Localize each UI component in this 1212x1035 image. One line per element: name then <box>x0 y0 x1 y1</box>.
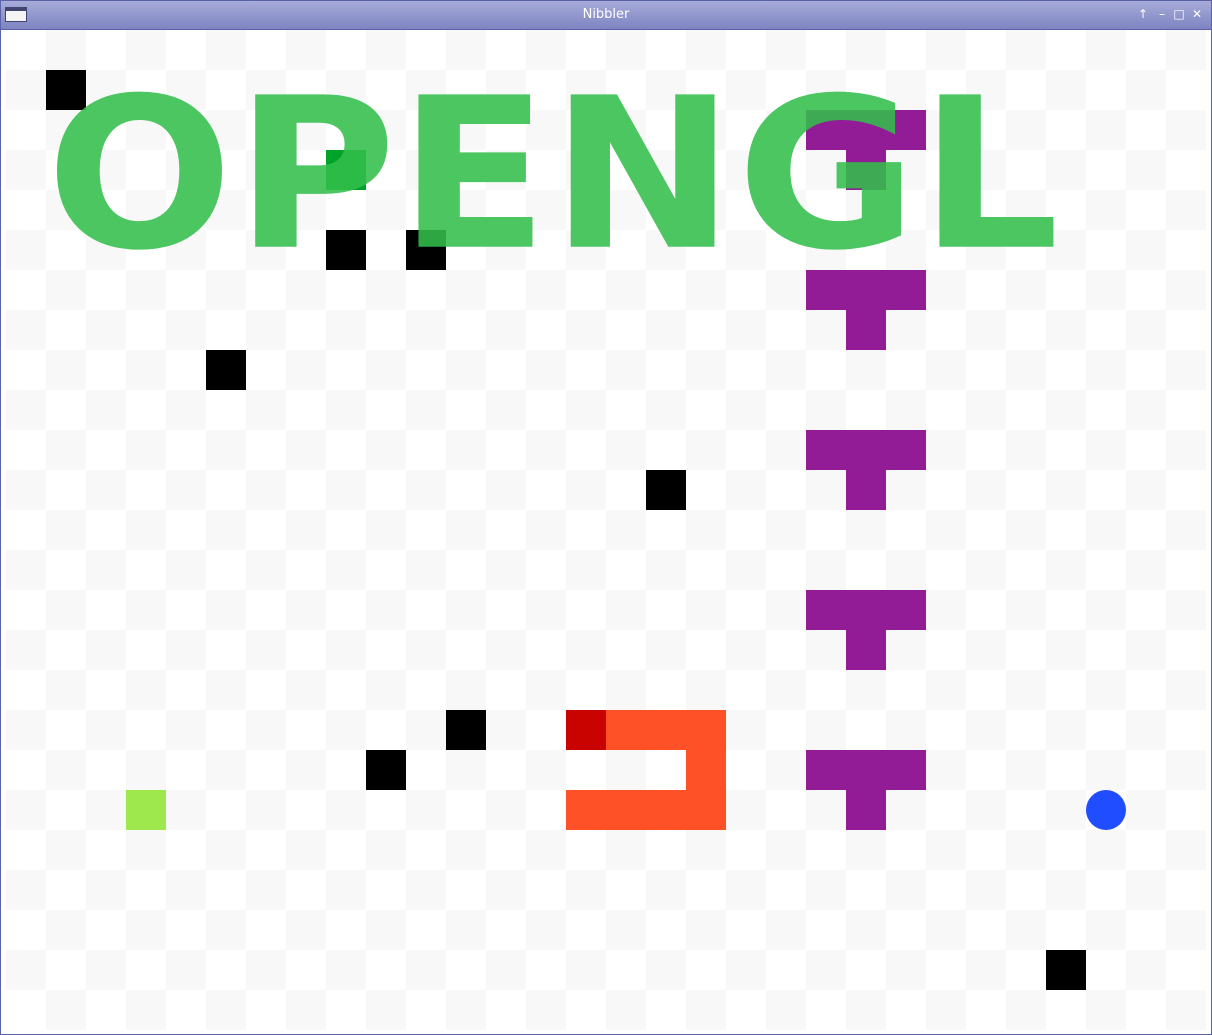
maximize-icon[interactable]: □ <box>1172 7 1186 21</box>
wall-t-stem <box>846 790 886 830</box>
opengl-logo: OPENGL <box>46 52 1062 297</box>
snake-body-segment <box>686 750 726 790</box>
snake-body-segment <box>646 710 686 750</box>
snake-body-segment <box>566 790 606 830</box>
game-window: Nibbler ↑ – □ ✕ OPENGL <box>0 0 1212 1035</box>
obstacle-block <box>646 470 686 510</box>
bonus-item <box>126 790 166 830</box>
blue-ball <box>1086 790 1126 830</box>
obstacle-block <box>206 350 246 390</box>
wall-t-stem <box>846 470 886 510</box>
snake-body-segment <box>686 710 726 750</box>
obstacle-block <box>446 710 486 750</box>
window-title: Nibbler <box>582 7 630 22</box>
shade-icon[interactable]: ↑ <box>1136 7 1150 21</box>
wall-t-top <box>806 750 926 790</box>
snake-head <box>566 710 606 750</box>
snake-body-segment <box>686 790 726 830</box>
obstacle-block <box>366 750 406 790</box>
obstacle-block <box>1046 950 1086 990</box>
snake-body-segment <box>646 790 686 830</box>
minimize-icon[interactable]: – <box>1155 7 1169 21</box>
wall-t-stem <box>846 630 886 670</box>
wall-t-top <box>806 590 926 630</box>
game-board[interactable]: OPENGL <box>6 30 1206 1030</box>
snake-body-segment <box>606 790 646 830</box>
wall-t-top <box>806 430 926 470</box>
title-bar[interactable]: Nibbler ↑ – □ ✕ <box>1 1 1211 30</box>
snake-body-segment <box>606 710 646 750</box>
wall-t-stem <box>846 310 886 350</box>
close-icon[interactable]: ✕ <box>1190 7 1204 21</box>
